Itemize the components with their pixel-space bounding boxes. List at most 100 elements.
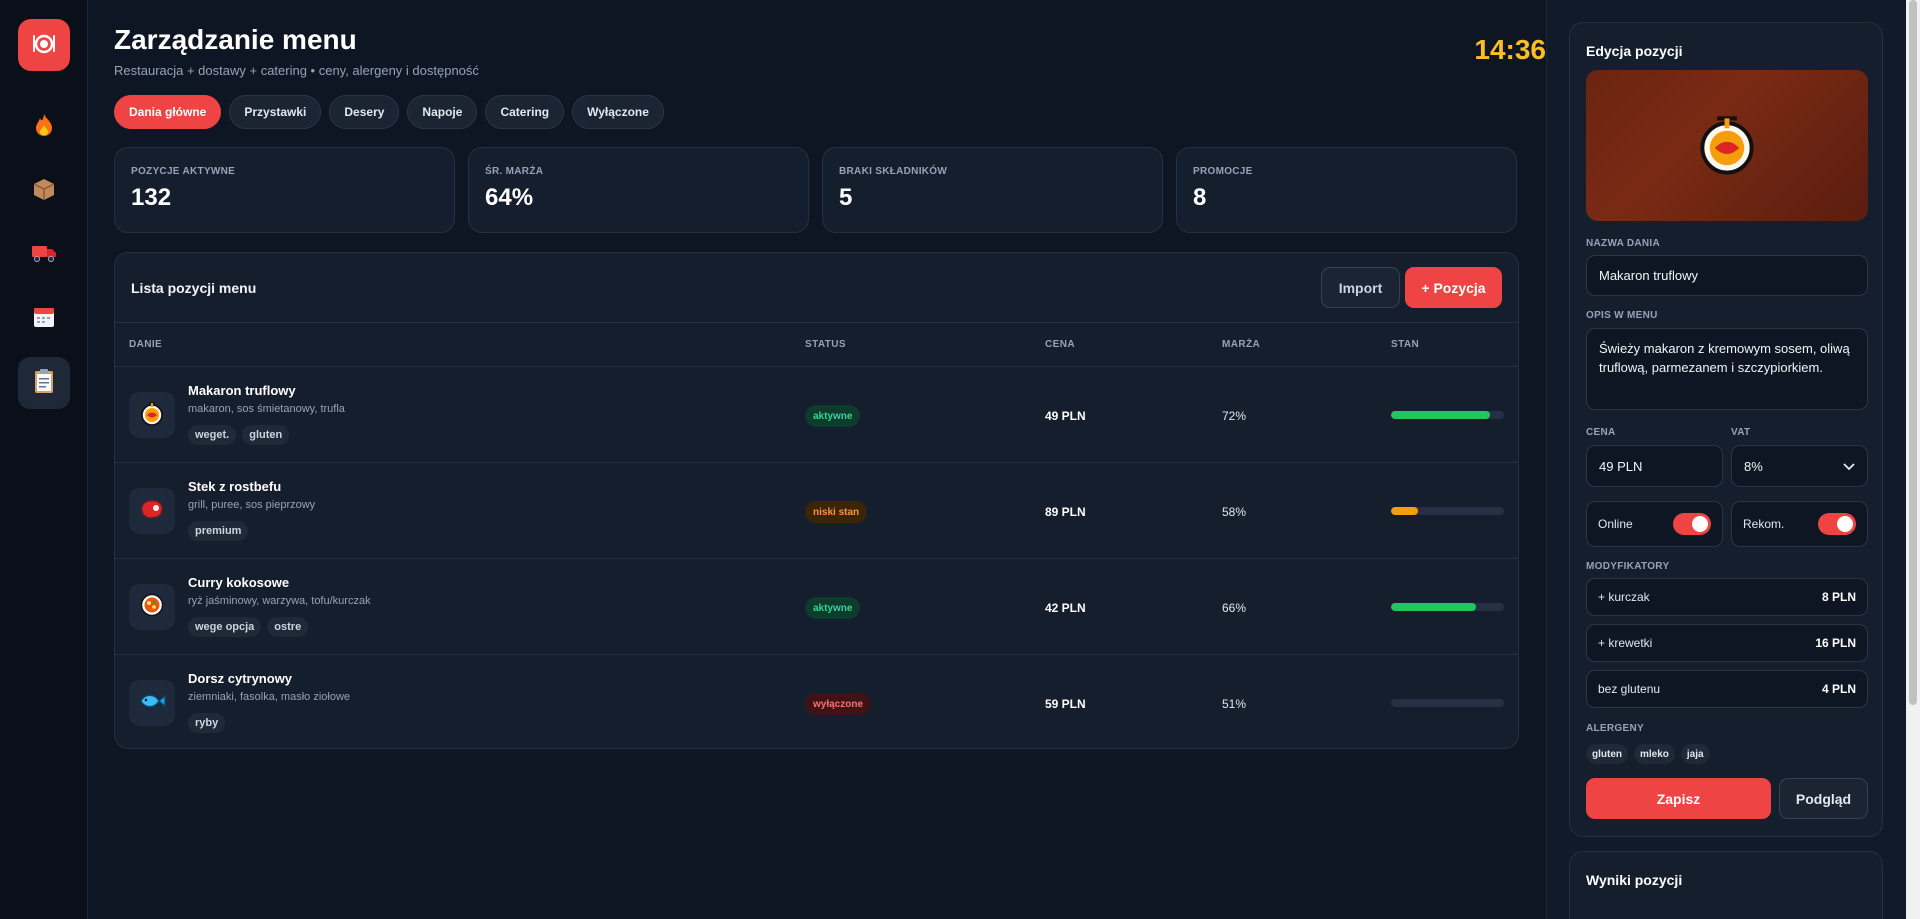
main-content: Zarządzanie menu Restauracja + dostawy +…	[88, 0, 1546, 919]
pasta-icon	[1695, 111, 1759, 180]
edit-item-card: Edycja pozycji NAZWA DANIA Makaron trufl…	[1569, 22, 1883, 837]
calendar-icon	[32, 305, 56, 334]
status-badge: aktywne	[805, 405, 861, 427]
fish-icon	[138, 691, 166, 716]
rail-calendar-button[interactable]	[18, 293, 70, 345]
online-label: Online	[1598, 517, 1633, 531]
description-label: OPIS W MENU	[1586, 310, 1658, 321]
dish-description: grill, puree, sos pieprzowy	[188, 499, 316, 511]
dish-name: Curry kokosowe	[188, 575, 290, 590]
allergen-chip[interactable]: mleko	[1634, 744, 1675, 764]
stat-card-active: POZYCJE AKTYWNE 132	[114, 147, 455, 233]
panel-title: Lista pozycji menu	[131, 280, 257, 296]
stat-label: BRAKI SKŁADNIKÓW	[839, 166, 948, 177]
results-title: Wyniki pozycji	[1586, 872, 1683, 888]
dish-thumbnail	[129, 392, 175, 438]
modifier-name: + krewetki	[1598, 636, 1653, 650]
truck-icon	[31, 243, 57, 268]
online-toggle[interactable]	[1673, 513, 1711, 535]
price-input[interactable]: 49 PLN	[1586, 445, 1723, 487]
modifier-price: 8 PLN	[1821, 590, 1856, 604]
rail-menu-button[interactable]	[18, 357, 70, 409]
stat-value: 5	[839, 184, 853, 211]
column-header-status: STATUS	[805, 339, 846, 350]
column-header-stock: STAN	[1391, 339, 1420, 350]
table-row[interactable]: Stek z rostbefu grill, puree, sos pieprz…	[115, 463, 1518, 559]
dish-tags: weget. gluten	[188, 425, 290, 445]
recommend-toggle[interactable]	[1818, 513, 1856, 535]
steak-icon	[139, 498, 165, 525]
stock-bar-fill	[1391, 411, 1491, 419]
allergen-chip[interactable]: jaja	[1680, 744, 1710, 764]
dish-name-input[interactable]: Makaron truflowy	[1586, 255, 1868, 296]
allergen-chip[interactable]: gluten	[1586, 744, 1628, 764]
dish-thumbnail	[129, 680, 175, 726]
curry-icon	[139, 592, 165, 623]
modifier-row[interactable]: + kurczak 8 PLN	[1586, 578, 1868, 616]
dish-margin: 58%	[1222, 505, 1247, 519]
preview-button[interactable]: Podgląd	[1779, 778, 1868, 819]
dish-tag: ostre	[267, 617, 309, 637]
tab-catering[interactable]: Catering	[485, 95, 565, 129]
table-row[interactable]: Dorsz cytrynowy ziemniaki, fasolka, masł…	[115, 655, 1518, 748]
dish-name: Makaron truflowy	[188, 383, 296, 398]
page-title: Zarządzanie menu	[114, 24, 357, 55]
dish-tags: ryby	[188, 713, 226, 733]
tab-starters[interactable]: Przystawki	[229, 95, 322, 129]
modifier-row[interactable]: bez glutenu 4 PLN	[1586, 670, 1868, 708]
panel-header: Lista pozycji menu Import + Pozycja	[115, 253, 1518, 323]
plate-icon	[31, 30, 57, 61]
stock-bar	[1391, 699, 1504, 707]
rail-hot-button[interactable]	[18, 101, 70, 153]
dish-margin: 72%	[1222, 409, 1247, 423]
stat-label: POZYCJE AKTYWNE	[131, 166, 236, 177]
page-subtitle: Restauracja + dostawy + catering • ceny,…	[114, 63, 479, 78]
description-textarea[interactable]: Świeży makaron z kremowym sosem, oliwą t…	[1586, 328, 1868, 410]
dish-description: ryż jaśminowy, warzywa, tofu/kurczak	[188, 595, 371, 607]
dish-name: Stek z rostbefu	[188, 479, 282, 494]
scrollbar-thumb[interactable]	[1909, 0, 1917, 705]
editor-sidebar: Edycja pozycji NAZWA DANIA Makaron trufl…	[1546, 0, 1906, 919]
dish-tag: ryby	[188, 713, 226, 733]
recommend-label: Rekom.	[1743, 517, 1785, 531]
dish-image[interactable]	[1586, 70, 1868, 221]
dish-thumbnail	[129, 488, 175, 534]
vat-select[interactable]: 8%	[1731, 445, 1868, 487]
price-input-value: 49 PLN	[1599, 458, 1643, 474]
modifier-row[interactable]: + krewetki 16 PLN	[1586, 624, 1868, 662]
dish-tag: premium	[188, 521, 249, 541]
dish-tag: wege opcja	[188, 617, 262, 637]
table-header: DANIE STATUS CENA MARŻA STAN	[115, 323, 1518, 367]
dish-price: 89 PLN	[1045, 505, 1086, 519]
tab-drinks[interactable]: Napoje	[407, 95, 478, 129]
dish-tags: premium	[188, 521, 249, 541]
dish-margin: 51%	[1222, 697, 1247, 711]
dish-price: 42 PLN	[1045, 601, 1086, 615]
modifiers-label: MODYFIKATORY	[1586, 561, 1670, 572]
tab-desserts[interactable]: Desery	[329, 95, 400, 129]
item-results-card: Wyniki pozycji	[1569, 851, 1883, 919]
table-row[interactable]: Curry kokosowe ryż jaśminowy, warzywa, t…	[115, 559, 1518, 655]
stat-card-shortages: BRAKI SKŁADNIKÓW 5	[822, 147, 1163, 233]
status-badge: aktywne	[805, 597, 861, 619]
name-label: NAZWA DANIA	[1586, 238, 1661, 249]
tab-disabled[interactable]: Wyłączone	[572, 95, 664, 129]
add-item-button[interactable]: + Pozycja	[1405, 267, 1502, 308]
clock: 14:36	[1474, 34, 1546, 65]
stat-card-margin: ŚR. MARŻA 64%	[468, 147, 809, 233]
page-scrollbar[interactable]	[1906, 0, 1920, 919]
column-header-price: CENA	[1045, 339, 1075, 350]
logo-button[interactable]	[18, 19, 70, 71]
modifier-name: + kurczak	[1598, 590, 1650, 604]
stat-value: 64%	[485, 184, 534, 211]
save-button[interactable]: Zapisz	[1586, 778, 1771, 819]
dish-name: Dorsz cytrynowy	[188, 671, 293, 686]
rail-delivery-button[interactable]	[18, 229, 70, 281]
tab-main-dishes[interactable]: Dania główne	[114, 95, 222, 129]
import-button[interactable]: Import	[1321, 267, 1400, 308]
table-row[interactable]: Makaron truflowy makaron, sos śmietanowy…	[115, 367, 1518, 463]
editor-title: Edycja pozycji	[1586, 43, 1683, 59]
stock-bar	[1391, 603, 1504, 611]
pasta-icon	[139, 400, 165, 431]
rail-inventory-button[interactable]	[18, 165, 70, 217]
